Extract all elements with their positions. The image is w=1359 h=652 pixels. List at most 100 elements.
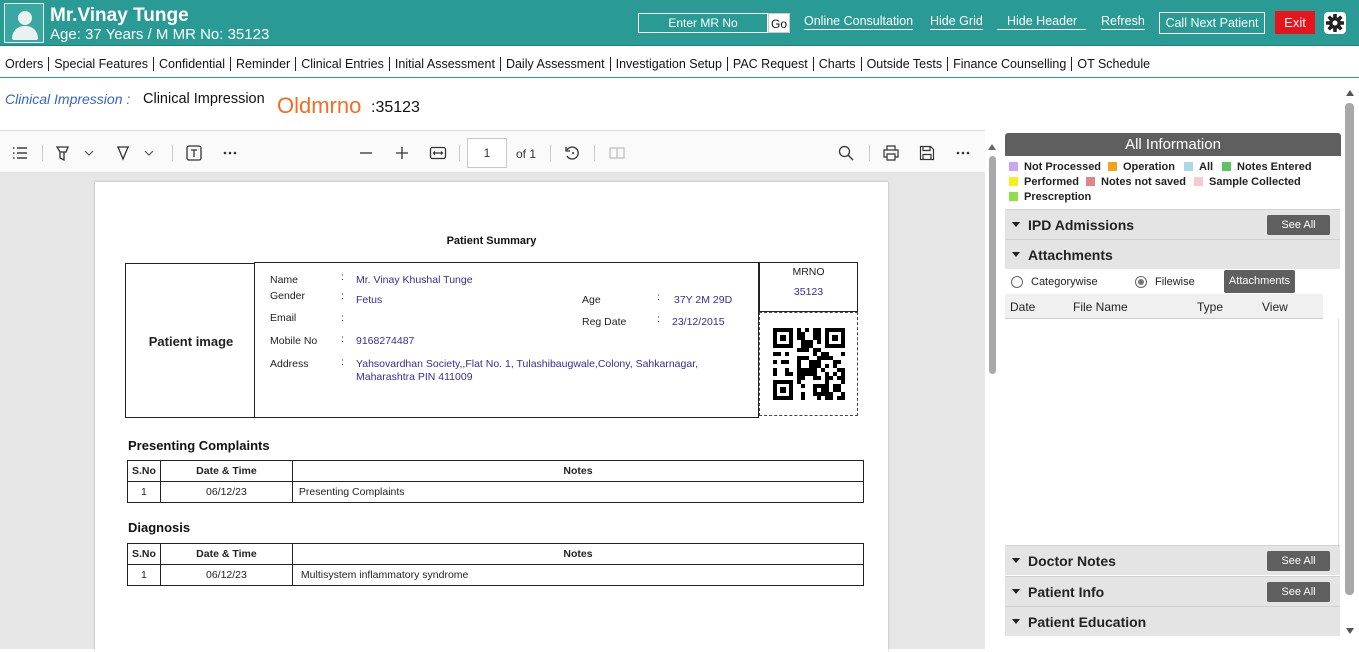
- col-sno: S.No: [127, 543, 161, 565]
- rotate-icon[interactable]: [563, 144, 581, 162]
- complaints-table: S.No Date & Time Notes 1 06/12/23 Presen…: [127, 460, 865, 503]
- search-icon[interactable]: [837, 144, 855, 162]
- mobile-label: Mobile No: [270, 335, 318, 347]
- filewise-radio[interactable]: [1135, 276, 1147, 288]
- doctor-notes-see-all-button[interactable]: See All: [1267, 551, 1330, 571]
- viewer-scrollbar[interactable]: [987, 140, 997, 645]
- exit-button[interactable]: Exit: [1275, 11, 1315, 34]
- attachments-button[interactable]: Attachments: [1224, 270, 1295, 293]
- section-doctor-notes[interactable]: Doctor Notes See All: [1005, 545, 1340, 575]
- col-date-time: Date & Time: [159, 543, 293, 565]
- qr-code-image: [773, 328, 845, 400]
- caret-down-icon: [1012, 222, 1020, 227]
- legend-notes-entered: Notes Entered: [1222, 161, 1312, 173]
- fit-width-icon[interactable]: [429, 144, 447, 162]
- old-mrno-value: :35123: [371, 99, 420, 116]
- menu-item-finance-counselling[interactable]: Finance Counselling: [948, 57, 1073, 71]
- legend-sample-collected: Sample Collected: [1194, 176, 1301, 188]
- caret-down-icon: [1012, 252, 1020, 257]
- pdf-page: Patient Summary Patient image Name : Mr.…: [95, 182, 888, 652]
- menu-item-investigation-setup[interactable]: Investigation Setup: [611, 57, 728, 71]
- zoom-in-icon[interactable]: [393, 144, 411, 162]
- save-icon[interactable]: [918, 144, 936, 162]
- page-scrollbar[interactable]: [1343, 88, 1357, 640]
- zoom-out-icon[interactable]: [357, 144, 375, 162]
- table-row: 1 06/12/23 Presenting Complaints: [127, 481, 865, 503]
- pdf-canvas[interactable]: Patient Summary Patient image Name : Mr.…: [0, 173, 985, 652]
- draw-icon[interactable]: [114, 144, 132, 162]
- section-ipd-admissions[interactable]: IPD Admissions See All: [1005, 209, 1340, 239]
- patient-details-box: Name : Mr. Vinay Khushal Tunge Gender : …: [254, 262, 759, 418]
- mr-number-input[interactable]: Enter MR No: [638, 13, 768, 33]
- chevron-down-icon[interactable]: [143, 144, 155, 162]
- hide-grid-link[interactable]: Hide Grid: [930, 14, 983, 30]
- complaints-heading: Presenting Complaints: [128, 438, 270, 453]
- two-page-icon[interactable]: [608, 144, 626, 162]
- patient-info-see-all-button[interactable]: See All: [1267, 582, 1330, 602]
- gear-icon[interactable]: [1324, 12, 1346, 34]
- highlight-icon[interactable]: [54, 144, 72, 162]
- col-notes: Notes: [291, 460, 865, 482]
- col-date: Date: [1010, 300, 1036, 314]
- patient-name: Mr.Vinay Tunge: [50, 5, 189, 26]
- menu-item-ot-schedule[interactable]: OT Schedule: [1072, 57, 1155, 71]
- col-type: Type: [1197, 300, 1224, 314]
- menu-item-initial-assessment[interactable]: Initial Assessment: [390, 57, 501, 71]
- caret-down-icon: [1012, 619, 1020, 624]
- age-label: Age: [582, 294, 601, 306]
- menu-item-special-features[interactable]: Special Features: [49, 57, 155, 71]
- pdf-toolbar: 1 of 1: [0, 131, 985, 173]
- legend-operation: Operation: [1108, 161, 1175, 173]
- patient-image-label: Patient image: [148, 334, 234, 349]
- mrno-value: 35123: [793, 286, 824, 298]
- text-box-icon[interactable]: [185, 144, 203, 162]
- categorywise-radio[interactable]: [1011, 276, 1023, 288]
- attachments-list: [1005, 319, 1339, 545]
- refresh-link[interactable]: Refresh: [1101, 14, 1145, 30]
- avatar: [4, 3, 44, 43]
- menu-item-daily-assessment[interactable]: Daily Assessment: [501, 57, 611, 71]
- legend-all: All: [1184, 161, 1213, 173]
- list-icon[interactable]: [11, 144, 29, 162]
- menu-item-pac-request[interactable]: PAC Request: [728, 57, 814, 71]
- ipd-see-all-button[interactable]: See All: [1267, 215, 1330, 235]
- diagnosis-table: S.No Date & Time Notes 1 06/12/23 Multis…: [127, 543, 865, 586]
- address-line2: Maharashtra PIN 411009: [356, 371, 473, 383]
- gender-label: Gender: [270, 290, 306, 302]
- menu-item-orders[interactable]: Orders: [0, 57, 50, 71]
- go-button[interactable]: Go: [768, 13, 790, 33]
- menu-item-confidential[interactable]: Confidential: [154, 57, 232, 71]
- table-row: 1 06/12/23 Multisystem inflammatory synd…: [127, 564, 865, 586]
- caret-down-icon: [1012, 589, 1020, 594]
- menu-item-reminder[interactable]: Reminder: [231, 57, 297, 71]
- menu-item-clinical-entries[interactable]: Clinical Entries: [296, 57, 390, 71]
- more-icon[interactable]: [954, 144, 972, 162]
- section-attachments[interactable]: Attachments: [1005, 239, 1340, 269]
- mobile-value: 9168274487: [356, 335, 415, 347]
- menu-item-charts[interactable]: Charts: [814, 57, 862, 71]
- filewise-label: Filewise: [1155, 276, 1195, 288]
- more-icon[interactable]: [221, 144, 239, 162]
- mrno-box: MRNO 35123: [759, 262, 858, 312]
- col-sno: S.No: [127, 460, 161, 482]
- chevron-down-icon[interactable]: [83, 144, 95, 162]
- col-view: View: [1262, 300, 1288, 314]
- call-next-patient-button[interactable]: Call Next Patient: [1159, 12, 1265, 34]
- main-menu: Orders Special Features Confidential Remind…: [0, 52, 1359, 78]
- patient-info: Age: 37 Years / M MR No: 35123: [50, 26, 270, 43]
- section-patient-education[interactable]: Patient Education: [1005, 606, 1340, 636]
- print-icon[interactable]: [882, 144, 900, 162]
- section-patient-info[interactable]: Patient Info See All: [1005, 576, 1340, 606]
- address-line1: Yahsovardhan Society,,Flat No. 1, Tulash…: [356, 358, 699, 370]
- reg-date-value: 23/12/2015: [672, 316, 725, 328]
- menu-item-outside-tests[interactable]: Outside Tests: [862, 57, 949, 71]
- col-notes: Notes: [291, 543, 865, 565]
- clinical-impression-label: Clinical Impression :: [5, 91, 131, 107]
- qr-code: [759, 312, 858, 416]
- online-consultation-link[interactable]: Online Consultation: [804, 14, 914, 30]
- col-date-time: Date & Time: [159, 460, 293, 482]
- hide-header-link[interactable]: Hide Header: [997, 14, 1087, 30]
- page-number-input[interactable]: 1: [467, 138, 507, 168]
- all-information-title: All Information: [1005, 133, 1341, 156]
- document-title: Patient Summary: [446, 235, 537, 247]
